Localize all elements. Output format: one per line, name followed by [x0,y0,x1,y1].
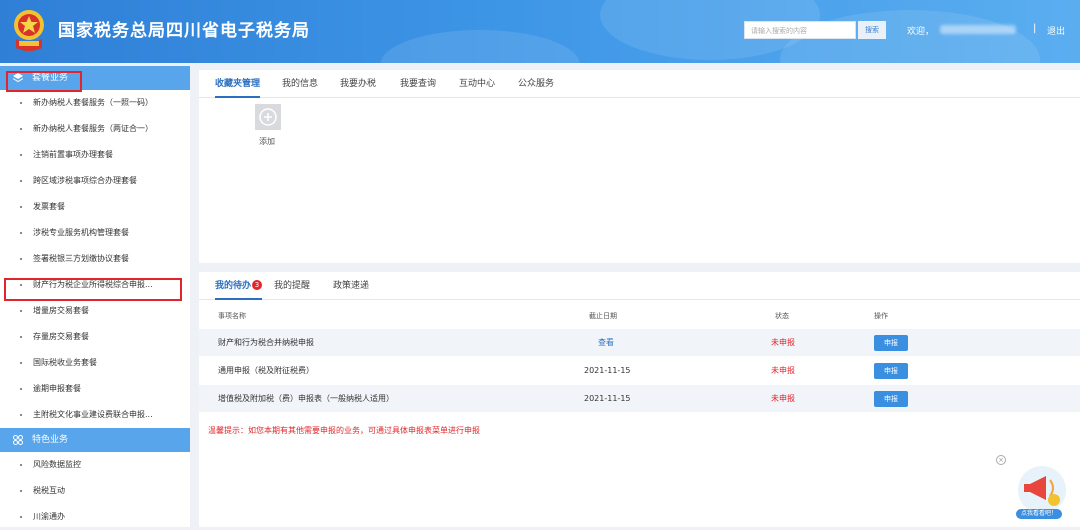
plus-circle-icon [259,108,277,126]
declare-button[interactable]: 申报 [874,363,908,379]
status-badge: 未申报 [771,394,795,403]
declare-button[interactable]: 申报 [874,391,908,407]
tab-public-service[interactable]: 公众服务 [518,70,554,98]
sidebar-item[interactable]: 跨区域涉税事项综合办理套餐 [0,168,190,194]
site-title: 国家税务总局四川省电子税务局 [58,21,310,41]
row-item-name: 通用申报（税及附征税费） [218,366,314,375]
search-button[interactable]: 搜索 [858,21,886,39]
favorites-panel: 收藏夹管理 我的信息 我要办税 我要查询 互动中心 公众服务 添加 [199,70,1080,263]
grid-icon [13,435,23,445]
warm-tip: 温馨提示：如您本期有其他需要申报的业务，可通过具体申报表菜单进行申报 [208,426,480,435]
add-favorite-label: 添加 [259,137,275,146]
sidebar-item[interactable]: 新办纳税人套餐服务（两证合一） [0,116,190,142]
welcome-text: 欢迎， [907,27,935,37]
search-input[interactable]: 请输入搜索的内容 [744,21,856,39]
highlight-box [6,71,82,92]
sidebar-item[interactable]: 新办纳税人套餐服务（一照一码） [0,90,190,116]
tab-query[interactable]: 我要查询 [400,70,436,98]
tab-handle-tax[interactable]: 我要办税 [340,70,376,98]
sidebar-item[interactable]: 涉税专业服务机构管理套餐 [0,220,190,246]
logout-link[interactable]: 退出 [1047,24,1065,37]
sidebar-item[interactable]: 注销前置事项办理套餐 [0,142,190,168]
sidebar-item[interactable]: 税税互动 [0,478,190,504]
close-icon[interactable]: × [996,455,1006,465]
sidebar-item[interactable]: 风险数据监控 [0,452,190,478]
sidebar-item[interactable]: 发票套餐 [0,194,190,220]
sidebar-item[interactable]: 签署税银三方划缴协议套餐 [0,246,190,272]
tab-interaction[interactable]: 互动中心 [459,70,495,98]
sidebar-item[interactable]: 川渝通办 [0,504,190,530]
sidebar-item[interactable]: 增量房交易套餐 [0,298,190,324]
table-row: 财产和行为税合并纳税申报 查看 未申报 申报 [199,329,1080,356]
sidebar-section-special[interactable]: 特色业务 [0,428,190,452]
row-deadline: 2021-11-15 [584,366,631,375]
declare-button[interactable]: 申报 [874,335,908,351]
tab-policy-news[interactable]: 政策速递 [333,272,369,300]
tab-favorites[interactable]: 收藏夹管理 [215,70,261,98]
table-header: 事项名称 截止日期 状态 操作 [199,303,1080,329]
header-separator: | [1033,23,1037,34]
tax-emblem-logo [14,10,44,51]
todo-panel: 我的待办 3 我的提醒 政策速递 事项名称 截止日期 状态 操作 财产和行为税合并… [199,272,1080,527]
help-widget-label[interactable]: 点我看看吧！ [1016,509,1062,519]
tab-my-info[interactable]: 我的信息 [282,70,318,98]
sidebar-item[interactable]: 逾期申报套餐 [0,376,190,402]
view-link[interactable]: 查看 [598,329,614,356]
status-badge: 未申报 [771,366,795,375]
column-header-status: 状态 [775,312,789,320]
main-tabs: 收藏夹管理 我的信息 我要办税 我要查询 互动中心 公众服务 [199,70,1080,98]
sidebar-item[interactable]: 国际税收业务套餐 [0,350,190,376]
highlight-box [4,278,182,301]
tab-my-reminders[interactable]: 我的提醒 [274,272,310,300]
username-redacted [940,25,1016,34]
row-item-name: 增值税及附加税（费）申报表（一般纳税人适用） [218,394,394,403]
todo-tabs: 我的待办 3 我的提醒 政策速递 [199,272,1080,300]
tab-my-todo-label: 我的待办 [215,281,252,291]
add-favorite-button[interactable] [255,104,281,130]
column-header-name: 事项名称 [218,312,246,320]
column-header-deadline: 截止日期 [589,312,617,320]
table-row: 增值税及附加税（费）申报表（一般纳税人适用） 2021-11-15 未申报 申报 [199,385,1080,412]
row-deadline: 2021-11-15 [584,394,631,403]
page-header: 国家税务总局四川省电子税务局 请输入搜索的内容 搜索 欢迎， | 退出 [0,0,1080,63]
column-header-action: 操作 [874,312,888,320]
todo-count-badge: 3 [252,280,263,290]
table-row: 通用申报（税及附征税费） 2021-11-15 未申报 申报 [199,357,1080,384]
tab-my-todo[interactable]: 我的待办 3 [215,272,263,300]
row-item-name: 财产和行为税合并纳税申报 [218,338,314,347]
sidebar-item[interactable]: 存量房交易套餐 [0,324,190,350]
sidebar-item[interactable]: 主附税文化事业建设费联合申报... [0,402,190,428]
sidebar-section-label: 特色业务 [32,435,69,445]
status-badge: 未申报 [771,338,795,347]
